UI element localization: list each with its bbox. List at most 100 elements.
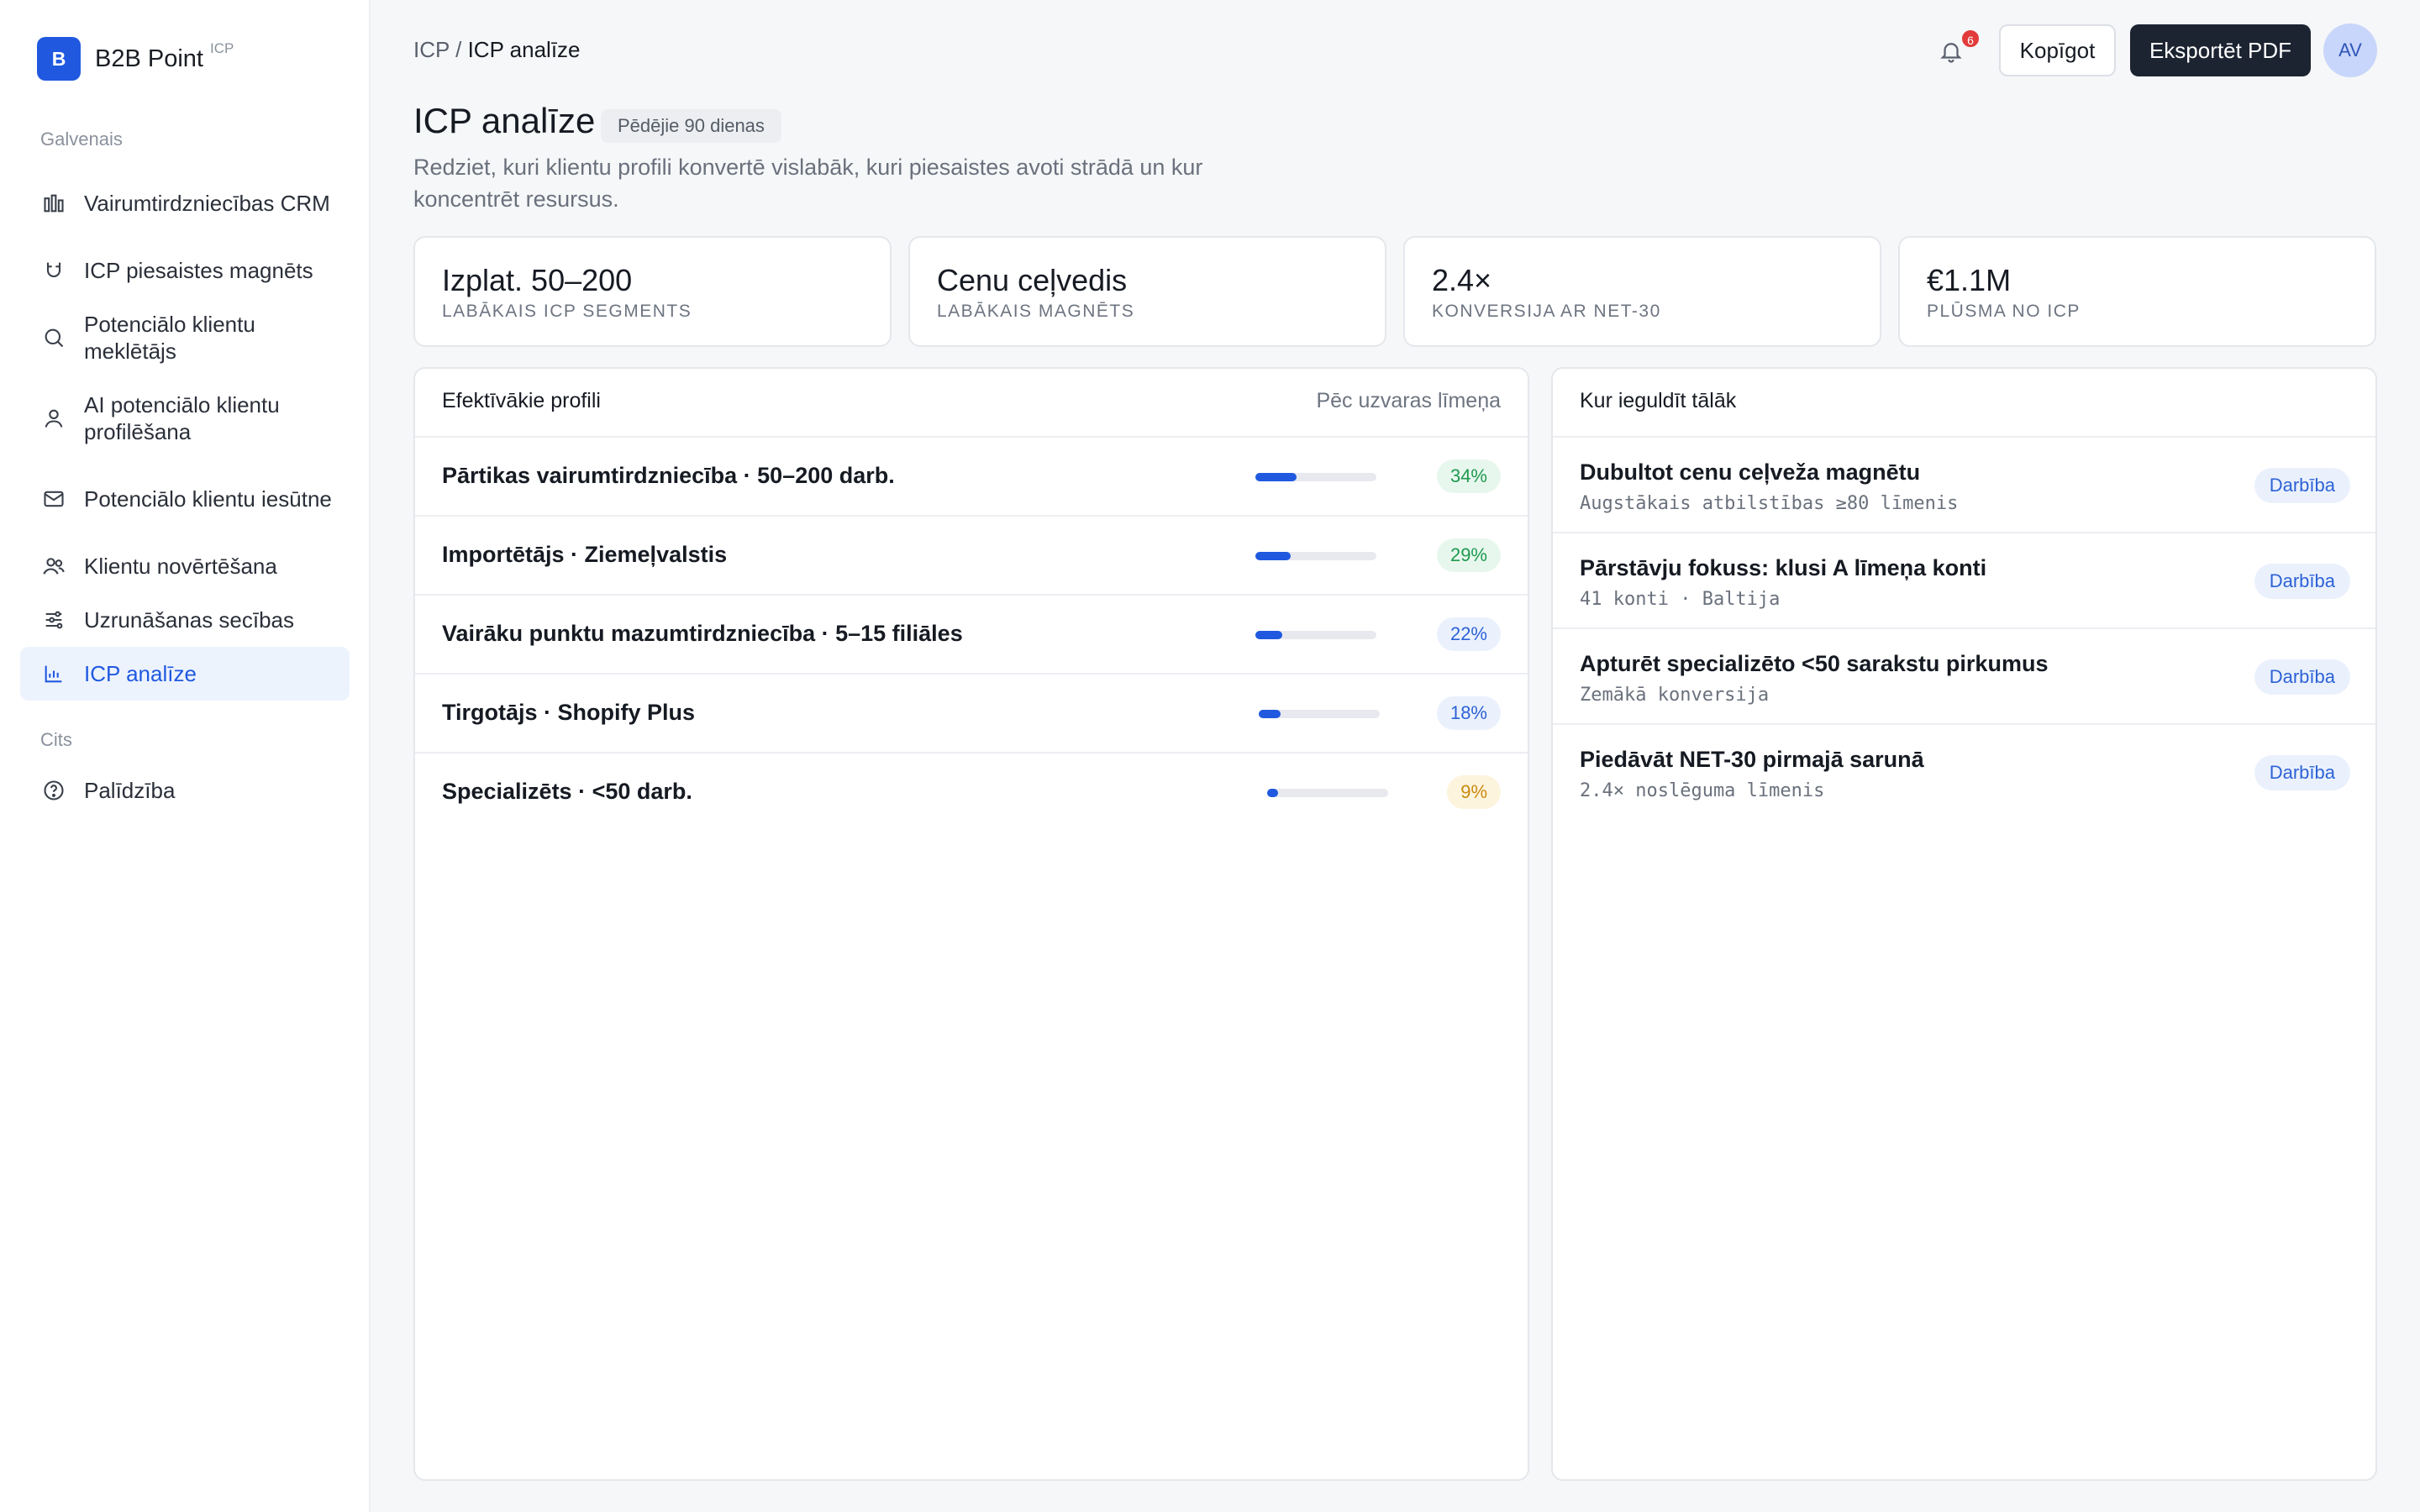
sidebar-item-sequences[interactable]: Uzrunāšanas secības	[20, 605, 350, 635]
brand-tag: ICP	[209, 40, 234, 56]
recommendation-row: Pārstāvju fokuss: klusi A līmeņa konti 4…	[1553, 533, 2375, 629]
period-badge[interactable]: Pēdējie 90 dienas	[601, 109, 781, 143]
win-rate-fill	[1267, 789, 1278, 797]
sidebar: B B2B Point ICP Galvenais Vairumtirdznie…	[0, 0, 371, 1512]
win-rate-bar	[1259, 710, 1380, 718]
win-rate-badge: 9%	[1447, 775, 1501, 809]
win-rate-bar	[1255, 473, 1376, 481]
top-profiles-card: Efektīvākie profili Pēc uzvaras līmeņa P…	[413, 367, 1529, 1481]
profile-row[interactable]: Pārtikas vairumtirdzniecība · 50–200 dar…	[415, 438, 1528, 517]
export-pdf-button[interactable]: Eksportēt PDF	[2130, 24, 2311, 76]
sidebar-item-label: Uzrunāšanas secības	[84, 607, 295, 633]
sidebar-item-ai-profiling[interactable]: AI potenciālo klientu profilēšana	[20, 391, 350, 445]
breadcrumb-root[interactable]: ICP	[413, 37, 450, 62]
recommendation-row: Piedāvāt NET-30 pirmajā sarunā 2.4× nosl…	[1553, 725, 2375, 821]
recommendation-title: Piedāvāt NET-30 pirmajā sarunā	[1580, 747, 1924, 772]
sort-label[interactable]: Pēc uzvaras līmeņa	[1316, 389, 1501, 413]
win-rate-bar	[1267, 789, 1388, 797]
sidebar-item-scoring[interactable]: Klientu novērtēšana	[20, 551, 350, 581]
sidebar-section-other: Cits	[40, 729, 72, 750]
recommendation-title: Dubultot cenu ceļveža magnētu	[1580, 459, 1921, 485]
win-rate-badge: 18%	[1436, 696, 1501, 730]
sidebar-item-label: Potenciālo klientu meklētājs	[84, 312, 255, 364]
action-button[interactable]: Darbība	[2254, 755, 2350, 790]
profile-row[interactable]: Importētājs · Ziemeļvalstis 29%	[415, 517, 1528, 596]
sidebar-item-icp-analysis[interactable]: ICP analīze	[20, 647, 350, 701]
brand-logo: B	[37, 37, 81, 81]
sidebar-item-inbox[interactable]: Potenciālo klientu iesūtne	[20, 472, 350, 526]
sidebar-section-main: Galvenais	[40, 129, 123, 150]
notification-badge: 6	[1960, 29, 1981, 49]
stat-card: €1.1M PLŪSMA NO ICP	[1898, 236, 2376, 347]
recommendation-title: Pārstāvju fokuss: klusi A līmeņa konti	[1580, 555, 1987, 580]
action-button[interactable]: Darbība	[2254, 564, 2350, 599]
stat-value: Izplat. 50–200	[442, 263, 633, 297]
sidebar-item-label: Klientu novērtēšana	[84, 554, 277, 579]
user-icon	[45, 409, 63, 428]
profile-row[interactable]: Specializēts · <50 darb. 9%	[415, 753, 1528, 832]
profile-name: Tirgotājs · Shopify Plus	[442, 700, 696, 725]
breadcrumb-current: ICP analīze	[467, 37, 581, 62]
win-rate-fill	[1255, 552, 1291, 560]
stat-label: LABĀKAIS ICP SEGMENTS	[442, 302, 692, 321]
card-title: Kur ieguldīt tālāk	[1580, 389, 1737, 412]
mail-icon	[44, 491, 64, 507]
win-rate-fill	[1255, 631, 1282, 639]
profile-name: Vairāku punktu mazumtirdzniecība · 5–15 …	[442, 621, 963, 646]
action-button[interactable]: Darbība	[2254, 468, 2350, 503]
sidebar-item-crm[interactable]: Vairumtirdzniecības CRM	[20, 176, 350, 230]
search-icon	[45, 328, 64, 348]
sliders-icon	[45, 611, 63, 629]
brand-name: B2B Point	[95, 45, 203, 72]
stat-card: Izplat. 50–200 LABĀKAIS ICP SEGMENTS	[413, 236, 892, 347]
win-rate-badge: 29%	[1436, 538, 1501, 572]
stat-card: Cenu ceļvedis LABĀKAIS MAGNĒTS	[908, 236, 1386, 347]
stat-value: Cenu ceļvedis	[937, 263, 1128, 297]
analytics-icon	[45, 665, 62, 683]
profile-name: Specializēts · <50 darb.	[442, 779, 692, 804]
sidebar-item-help[interactable]: Palīdzība	[20, 775, 350, 806]
help-icon	[44, 780, 64, 801]
stat-label: KONVERSIJA AR NET-30	[1432, 302, 1661, 321]
sidebar-item-label: Potenciālo klientu iesūtne	[84, 486, 332, 512]
sidebar-item-magnet[interactable]: ICP piesaistes magnēts	[20, 255, 350, 286]
win-rate-bar	[1255, 631, 1376, 639]
win-rate-badge: 34%	[1436, 459, 1501, 493]
page-title: ICP analīze	[413, 101, 596, 140]
share-button[interactable]: Kopīgot	[1999, 24, 2116, 76]
recommendation-subtitle: 41 konti · Baltija	[1580, 589, 1781, 610]
recommendation-subtitle: Augstākais atbilstības ≥80 līmenis	[1580, 493, 1959, 514]
action-button[interactable]: Darbība	[2254, 659, 2350, 695]
breadcrumb-separator: /	[455, 37, 462, 62]
stat-card: 2.4× KONVERSIJA AR NET-30	[1403, 236, 1881, 347]
breadcrumb: ICP / ICP analīze	[413, 37, 581, 63]
brand[interactable]: B B2B Point ICP	[37, 37, 234, 81]
sidebar-item-finder[interactable]: Potenciālo klientu meklētājs	[20, 311, 350, 365]
recommendation-subtitle: 2.4× noslēguma līmenis	[1580, 780, 1825, 801]
sidebar-item-label: ICP analīze	[84, 661, 197, 686]
sidebar-item-label: AI potenciālo klientu profilēšana	[84, 392, 280, 444]
recommendation-subtitle: Zemākā konversija	[1580, 685, 1770, 706]
stat-value: €1.1M	[1927, 263, 2012, 297]
profile-row[interactable]: Tirgotājs · Shopify Plus 18%	[415, 675, 1528, 753]
page-description: Redziet, kuri klientu profili konvertē v…	[413, 155, 1203, 212]
win-rate-bar	[1255, 552, 1376, 560]
users-icon	[43, 558, 65, 575]
invest-next-card: Kur ieguldīt tālāk Dubultot cenu ceļveža…	[1551, 367, 2377, 1481]
profile-name: Importētājs · Ziemeļvalstis	[442, 542, 728, 567]
magnet-icon	[46, 262, 61, 278]
win-rate-fill	[1255, 473, 1297, 481]
profile-row[interactable]: Vairāku punktu mazumtirdzniecība · 5–15 …	[415, 596, 1528, 675]
main-content: ICP / ICP analīze 6 Kopīgot Eksportēt PD…	[371, 0, 2420, 1512]
recommendation-row: Dubultot cenu ceļveža magnētu Augstākais…	[1553, 438, 2375, 533]
stat-label: PLŪSMA NO ICP	[1927, 302, 2081, 321]
card-title: Efektīvākie profili	[442, 389, 601, 412]
sidebar-item-label: Vairumtirdzniecības CRM	[84, 191, 330, 216]
bar-chart-icon	[44, 194, 64, 213]
recommendation-row: Apturēt specializēto <50 sarakstu pirkum…	[1553, 629, 2375, 725]
stat-value: 2.4×	[1432, 263, 1492, 297]
recommendation-title: Apturēt specializēto <50 sarakstu pirkum…	[1580, 651, 2049, 676]
stat-label: LABĀKAIS MAGNĒTS	[937, 302, 1135, 321]
profile-name: Pārtikas vairumtirdzniecība · 50–200 dar…	[442, 463, 895, 488]
avatar[interactable]: AV	[2323, 24, 2377, 77]
